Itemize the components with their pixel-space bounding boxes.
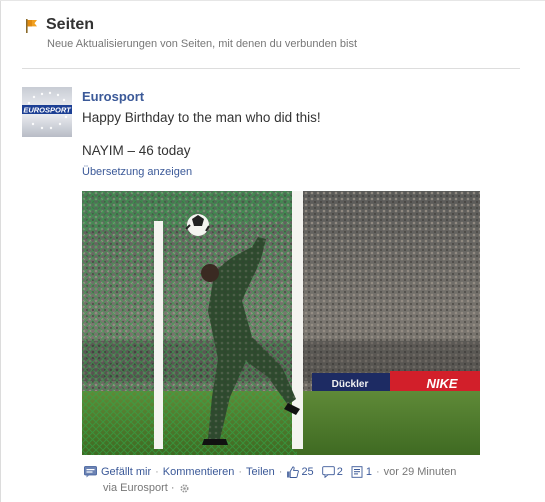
like-button[interactable]: Gefällt mir (101, 466, 151, 478)
share-button[interactable]: Teilen (246, 466, 275, 478)
shares-count[interactable]: 1 (351, 466, 372, 478)
likes-count-value: 25 (301, 466, 314, 478)
see-translation-link[interactable]: Übersetzung anzeigen (82, 166, 192, 178)
frame-left-border (0, 0, 1, 502)
post-author-link[interactable]: Eurosport (82, 89, 144, 104)
flag-icon (26, 19, 37, 33)
post-photo[interactable]: Dückler NIKE (82, 191, 480, 455)
post-message-line-1: Happy Birthday to the man who did this! (82, 110, 321, 125)
post-timestamp[interactable]: vor 29 Minuten (384, 466, 457, 478)
frame-top-border (0, 0, 545, 1)
comment-count-icon (321, 466, 335, 478)
via-text: via Eurosport · (103, 482, 175, 494)
separator: · (375, 466, 380, 478)
photo-ad-text: NIKE (426, 376, 457, 391)
separator: · (238, 466, 243, 478)
post-message-line-2: NAYIM – 46 today (82, 143, 191, 158)
comments-count-value: 2 (336, 466, 343, 478)
share-icon (351, 466, 363, 478)
comment-bubble-icon (84, 466, 97, 478)
likes-count[interactable]: 25 (286, 466, 314, 478)
via-attribution: via Eurosport · (103, 482, 190, 494)
author-avatar[interactable]: EUROSPORT (22, 87, 72, 137)
comment-button[interactable]: Kommentieren (163, 466, 235, 478)
separator: · (155, 466, 159, 478)
thumbs-up-icon (287, 466, 300, 478)
page-title: Seiten (46, 16, 95, 33)
svg-text:Dückler: Dückler (332, 379, 369, 390)
post-actions: Gefällt mir · Kommentieren · Teilen · 25… (84, 465, 456, 479)
page-subtitle: Neue Aktualisierungen von Seiten, mit de… (47, 38, 358, 50)
comments-count[interactable]: 2 (321, 466, 343, 478)
avatar-logo-text: EUROSPORT (23, 106, 72, 115)
gear-icon[interactable] (179, 483, 190, 494)
shares-count-value: 1 (365, 466, 372, 478)
header-divider (22, 68, 520, 69)
separator: · (278, 466, 283, 478)
